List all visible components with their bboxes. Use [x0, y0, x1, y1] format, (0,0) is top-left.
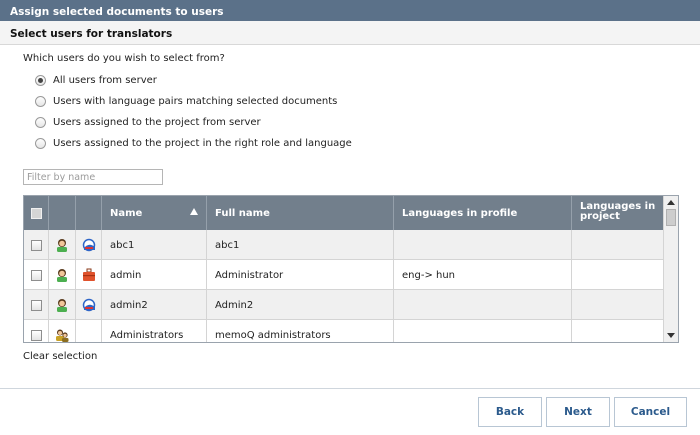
- section-title: Select users for translators: [0, 21, 700, 45]
- name-cell: admin2: [102, 290, 207, 320]
- column-header-languages-in-profile[interactable]: Languages in profile: [394, 196, 572, 230]
- radio-button[interactable]: [35, 138, 46, 149]
- row-checkbox[interactable]: [31, 269, 42, 281]
- option-label: All users from server: [53, 75, 157, 86]
- table-row[interactable]: abc1 abc1: [24, 230, 664, 260]
- window-title: Assign selected documents to users: [0, 0, 700, 21]
- languages-in-profile-cell: [394, 230, 572, 260]
- radio-button[interactable]: [35, 117, 46, 128]
- sort-ascending-icon: [190, 208, 198, 215]
- users-table: Name Full name Languages in profile Lang…: [23, 195, 679, 343]
- column-header-full-name[interactable]: Full name: [207, 196, 394, 230]
- option-label: Users with language pairs matching selec…: [53, 96, 338, 107]
- group-icon: [56, 329, 69, 342]
- row-checkbox[interactable]: [31, 239, 42, 251]
- option-label: Users assigned to the project from serve…: [53, 117, 261, 128]
- clear-selection-link[interactable]: Clear selection: [23, 351, 97, 362]
- full-name-cell: Administrator: [207, 260, 394, 290]
- table-row[interactable]: admin Administrator eng-> hun: [24, 260, 664, 290]
- languages-in-profile-cell: eng-> hun: [394, 260, 572, 290]
- languages-in-project-cell: [572, 230, 664, 260]
- name-cell: Administrators: [102, 320, 207, 342]
- table-header: Name Full name Languages in profile Lang…: [24, 196, 664, 230]
- column-header-icon1: [49, 196, 76, 230]
- full-name-cell: Admin2: [207, 290, 394, 320]
- footer-divider: [0, 388, 700, 389]
- languages-in-project-cell: [572, 260, 664, 290]
- icon2-cell: [76, 320, 102, 342]
- column-header-languages-in-project[interactable]: Languages in project: [572, 196, 664, 230]
- user-icon: [57, 239, 67, 252]
- filter-by-name-input[interactable]: [23, 169, 163, 185]
- cancel-button[interactable]: Cancel: [614, 397, 687, 427]
- column-header-icon2: [76, 196, 102, 230]
- select-all-header: [24, 196, 49, 230]
- option-all-users[interactable]: All users from server: [35, 75, 157, 86]
- row-checkbox[interactable]: [31, 329, 42, 341]
- scroll-down-arrow-icon[interactable]: [667, 333, 675, 338]
- scrollbar-thumb[interactable]: [666, 209, 676, 226]
- languages-in-project-cell: [572, 320, 664, 342]
- name-cell: admin: [102, 260, 207, 290]
- full-name-cell: memoQ administrators: [207, 320, 394, 342]
- user-icon: [57, 299, 67, 312]
- radio-button[interactable]: [35, 96, 46, 107]
- full-name-cell: abc1: [207, 230, 394, 260]
- option-matching-language-pairs[interactable]: Users with language pairs matching selec…: [35, 96, 337, 107]
- memoq-client-icon: [82, 298, 96, 312]
- table-row[interactable]: Administrators memoQ administrators: [24, 320, 664, 342]
- memoq-client-icon: [82, 238, 96, 252]
- option-assigned-role-language[interactable]: Users assigned to the project in the rig…: [35, 138, 352, 149]
- name-cell: abc1: [102, 230, 207, 260]
- select-all-checkbox[interactable]: [31, 207, 42, 219]
- languages-in-profile-cell: [394, 320, 572, 342]
- back-button[interactable]: Back: [478, 397, 542, 427]
- option-assigned-to-project[interactable]: Users assigned to the project from serve…: [35, 117, 261, 128]
- column-header-name[interactable]: Name: [102, 196, 207, 230]
- row-checkbox[interactable]: [31, 299, 42, 311]
- scroll-up-arrow-icon[interactable]: [667, 200, 675, 205]
- option-label: Users assigned to the project in the rig…: [53, 138, 352, 149]
- user-icon: [57, 269, 67, 282]
- next-button[interactable]: Next: [546, 397, 610, 427]
- radio-button[interactable]: [35, 75, 46, 86]
- languages-in-project-cell: [572, 290, 664, 320]
- languages-in-profile-cell: [394, 290, 572, 320]
- vertical-scrollbar[interactable]: [663, 196, 678, 342]
- table-row[interactable]: admin2 Admin2: [24, 290, 664, 320]
- question-label: Which users do you wish to select from?: [23, 53, 225, 64]
- briefcase-icon: [83, 268, 95, 281]
